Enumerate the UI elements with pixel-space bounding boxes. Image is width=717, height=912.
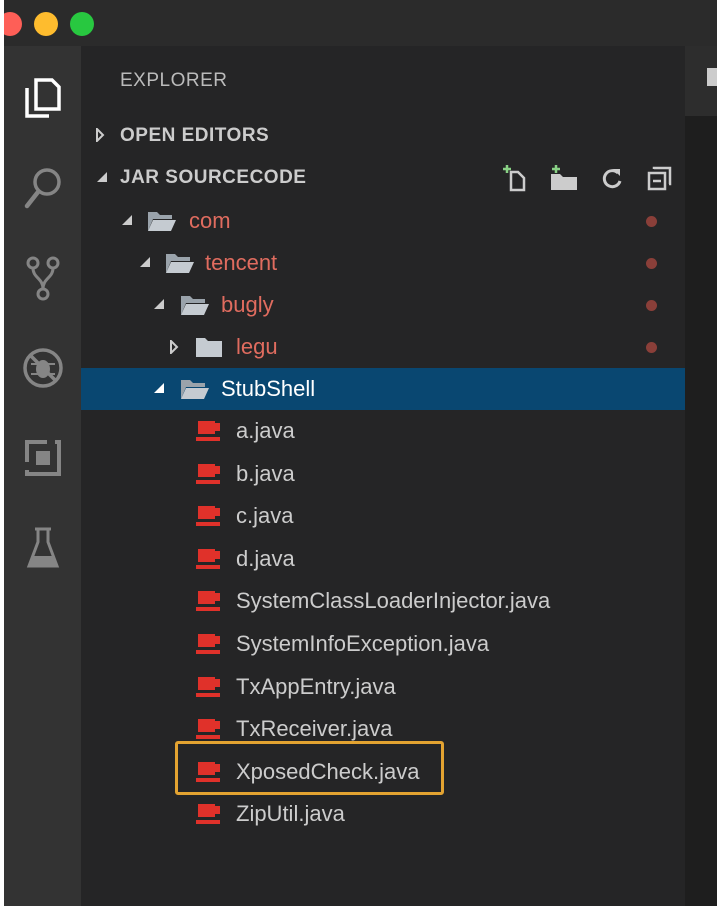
test-icon[interactable]	[4, 518, 81, 578]
tree-label: b.java	[236, 460, 295, 486]
editor-tab-bar	[685, 46, 717, 116]
tree-folder-bugly[interactable]: bugly	[81, 284, 685, 326]
chevron-down-icon	[140, 257, 150, 267]
new-folder-icon[interactable]	[549, 164, 579, 192]
chevron-right-icon	[96, 128, 105, 142]
activity-bar	[4, 46, 81, 906]
java-file-icon	[196, 421, 220, 441]
explorer-icon[interactable]	[4, 68, 81, 128]
editor-area	[685, 46, 717, 906]
debug-icon[interactable]	[4, 338, 81, 398]
explorer-sidebar: EXPLORER OPEN EDITORS JAR SOURCECODE com…	[81, 46, 685, 906]
java-file-icon	[196, 804, 220, 825]
search-icon[interactable]	[4, 158, 81, 218]
jar-sourcecode-section-header[interactable]: JAR SOURCECODE	[81, 158, 685, 198]
tree-label: TxAppEntry.java	[236, 673, 396, 699]
close-window-button[interactable]	[4, 12, 22, 36]
java-file-icon	[196, 676, 220, 697]
tree-label: d.java	[236, 545, 295, 571]
tree-file-java[interactable]: ZipUtil.java	[81, 793, 685, 835]
refresh-icon[interactable]	[597, 164, 627, 192]
tree-folder-com[interactable]: com	[81, 200, 685, 242]
folder-open-icon	[148, 212, 176, 231]
java-file-icon	[196, 591, 220, 612]
chevron-down-icon	[122, 215, 132, 225]
title-bar	[4, 0, 717, 46]
collapse-all-icon[interactable]	[645, 164, 675, 192]
jar-sourcecode-label: JAR SOURCECODE	[120, 167, 307, 188]
tree-label: legu	[236, 334, 278, 359]
java-file-icon	[196, 463, 220, 484]
section-actions	[501, 164, 675, 192]
java-file-icon	[196, 634, 220, 654]
highlight-annotation	[175, 741, 444, 795]
tree-label: tencent	[205, 250, 278, 275]
tree-file-java[interactable]: SystemClassLoaderInjector.java	[81, 580, 685, 622]
folder-open-icon	[166, 254, 194, 273]
tree-label: SystemInfoException.java	[236, 631, 490, 656]
chevron-right-icon	[170, 340, 179, 354]
folder-open-icon	[181, 296, 209, 315]
tree-file-java[interactable]: a.java	[81, 410, 685, 452]
folder-icon	[196, 338, 222, 357]
open-editors-section-header[interactable]: OPEN EDITORS	[81, 116, 685, 156]
tree-label: SystemClassLoaderInjector.java	[236, 588, 551, 614]
folder-open-icon	[181, 380, 209, 399]
file-tab-icon	[707, 68, 717, 86]
source-control-icon[interactable]	[4, 248, 81, 308]
tree-label: TxReceiver.java	[236, 716, 393, 742]
open-editors-label: OPEN EDITORS	[120, 125, 270, 146]
tree-label: c.java	[236, 503, 294, 529]
modified-dot	[646, 258, 657, 269]
chevron-down-icon	[97, 172, 107, 182]
extensions-icon[interactable]	[4, 428, 81, 488]
maximize-window-button[interactable]	[70, 12, 94, 36]
tree-folder-tencent[interactable]: tencent	[81, 242, 685, 284]
tree-folder-stubshell[interactable]: StubShell	[81, 368, 685, 410]
tree-file-java[interactable]: SystemInfoException.java	[81, 623, 685, 665]
modified-dot	[646, 216, 657, 227]
modified-dot	[646, 342, 657, 353]
java-file-icon	[196, 506, 220, 527]
minimize-window-button[interactable]	[34, 12, 58, 36]
new-file-icon[interactable]	[501, 164, 531, 192]
java-file-icon	[196, 548, 220, 569]
chevron-down-icon	[154, 383, 164, 393]
tree-label: com	[189, 208, 231, 233]
tree-label: a.java	[236, 418, 295, 443]
tree-label: StubShell	[221, 376, 316, 401]
tree-file-java[interactable]: d.java	[81, 538, 685, 580]
vscode-window: EXPLORER OPEN EDITORS JAR SOURCECODE com…	[4, 0, 717, 906]
tree-file-java[interactable]: b.java	[81, 453, 685, 495]
sidebar-title: EXPLORER	[120, 70, 228, 91]
tree-file-java[interactable]: TxAppEntry.java	[81, 666, 685, 708]
tree-label: ZipUtil.java	[236, 801, 345, 827]
tree-label: bugly	[221, 292, 274, 317]
tree-file-java[interactable]: c.java	[81, 495, 685, 537]
modified-dot	[646, 300, 657, 311]
java-file-icon	[196, 719, 220, 740]
chevron-down-icon	[154, 299, 164, 309]
tree-folder-legu[interactable]: legu	[81, 326, 685, 368]
